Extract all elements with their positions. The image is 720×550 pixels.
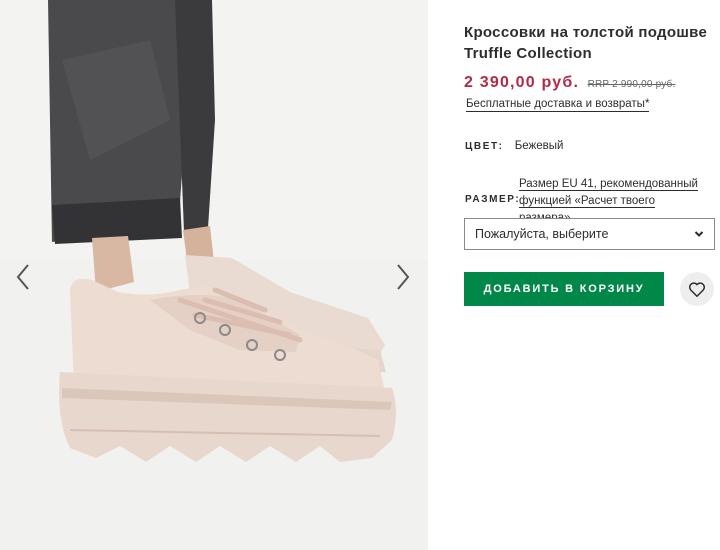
product-details-panel: Кроссовки на толстой подошве Truffle Col… bbox=[430, 0, 720, 550]
size-select-value: Пожалуйста, выберите bbox=[475, 227, 609, 241]
color-value: Бежевый bbox=[514, 140, 564, 152]
heart-icon bbox=[688, 282, 706, 297]
current-price: 2 390,00 руб. bbox=[464, 74, 580, 91]
wishlist-button[interactable] bbox=[680, 272, 714, 306]
size-label: РАЗМЕР: bbox=[465, 194, 521, 205]
chevron-left-icon bbox=[16, 264, 29, 290]
add-to-bag-button[interactable]: ДОБАВИТЬ В КОРЗИНУ bbox=[464, 272, 664, 306]
product-title: Кроссовки на толстой подошве Truffle Col… bbox=[464, 24, 708, 62]
free-shipping-link[interactable]: Бесплатные доставка и возвраты* bbox=[466, 98, 650, 112]
color-row: ЦВЕТ: Бежевый bbox=[465, 140, 563, 152]
price-row: 2 390,00 руб. RRP 2 990,00 руб. bbox=[464, 74, 675, 92]
gallery-next-button[interactable] bbox=[390, 262, 414, 292]
chevron-right-icon bbox=[397, 264, 410, 290]
rrp-price: RRP 2 990,00 руб. bbox=[587, 79, 676, 90]
gallery-prev-button[interactable] bbox=[12, 262, 36, 292]
product-photo bbox=[0, 0, 428, 550]
color-label: ЦВЕТ: bbox=[465, 141, 504, 152]
size-select[interactable]: Пожалуйста, выберите bbox=[464, 218, 715, 250]
chevron-down-icon bbox=[694, 231, 704, 237]
product-image-gallery bbox=[0, 0, 428, 550]
